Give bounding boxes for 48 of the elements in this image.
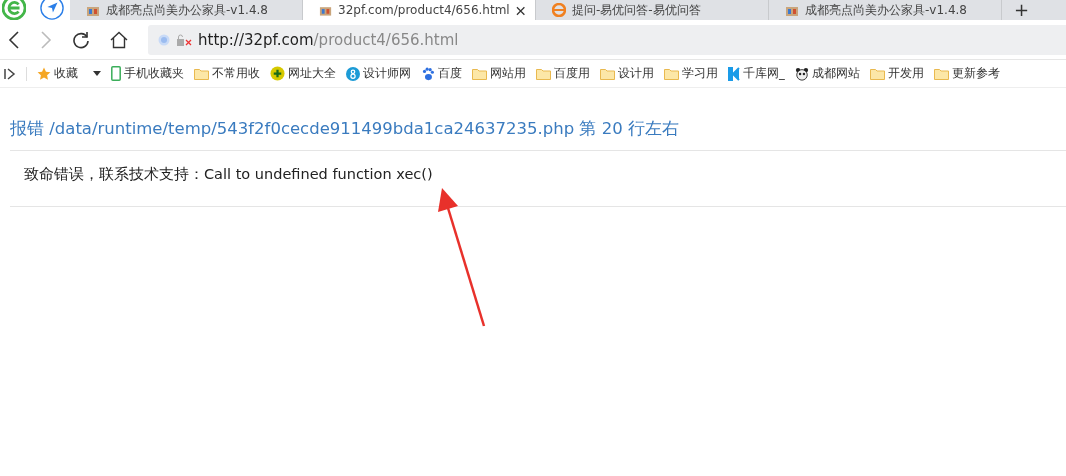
folder-icon bbox=[664, 67, 679, 80]
error-title: 报错 /data/runtime/temp/543f2f0cecde911499bda1ca24637235.php 第 20 行左右 bbox=[10, 118, 1066, 151]
bookmark-item[interactable]: 开发用 bbox=[869, 66, 924, 81]
caret-icon[interactable] bbox=[93, 70, 101, 77]
e-logo-icon bbox=[552, 3, 566, 17]
dot-icon bbox=[158, 33, 170, 46]
bookmark-item[interactable]: 百度 bbox=[421, 66, 462, 81]
bookmark-item[interactable]: 网站用 bbox=[472, 66, 526, 81]
address-field[interactable]: http://32pf.com/product4/656.html bbox=[148, 24, 1066, 55]
bookmark-item[interactable]: 设计师网 bbox=[346, 66, 411, 81]
browser-logo-icon[interactable] bbox=[2, 0, 26, 20]
phone-icon bbox=[111, 66, 121, 81]
navigation-arrow-icon[interactable] bbox=[40, 0, 64, 20]
star-icon bbox=[37, 66, 51, 81]
bookmark-item[interactable]: 学习用 bbox=[664, 66, 718, 81]
folder-icon bbox=[536, 67, 551, 80]
folder-icon bbox=[600, 67, 615, 80]
url-text: http://32pf.com/product4/656.html bbox=[198, 30, 459, 49]
reload-icon[interactable] bbox=[72, 30, 90, 49]
tab-title: 成都亮点尚美办公家具-v1.4.8 bbox=[106, 2, 269, 19]
bookmark-item[interactable]: 不常用收 bbox=[194, 66, 260, 81]
new-tab-button[interactable]: + bbox=[1014, 0, 1030, 20]
folder-icon bbox=[472, 67, 487, 80]
bookmark-item[interactable]: 手机收藏夹 bbox=[111, 66, 184, 81]
back-icon[interactable] bbox=[8, 30, 20, 49]
k-logo-icon bbox=[728, 66, 740, 81]
folder-icon bbox=[933, 67, 949, 80]
tab-title: 成都亮点尚美办公家具-v1.4.8 bbox=[805, 2, 968, 19]
bookmark-item[interactable]: 成都网站 bbox=[794, 66, 860, 81]
browser-tab[interactable]: 32pf.com/product4/656.html bbox=[303, 0, 536, 20]
bookmark-item[interactable]: 设计用 bbox=[600, 66, 654, 81]
bookmark-item[interactable]: 更新参考 bbox=[933, 66, 1000, 81]
bookmark-item[interactable]: 收藏 bbox=[37, 66, 101, 81]
folder-icon bbox=[869, 67, 885, 80]
bookmark-item[interactable]: 千库网_ bbox=[728, 66, 785, 81]
circle-icon bbox=[346, 66, 360, 81]
bookmark-item[interactable]: 百度用 bbox=[536, 66, 590, 81]
close-icon[interactable] bbox=[515, 6, 525, 16]
folder-icon bbox=[194, 67, 209, 80]
insecure-lock-icon bbox=[176, 33, 192, 46]
sidebar-toggle-icon[interactable] bbox=[4, 67, 16, 80]
plus-circle-icon bbox=[270, 66, 285, 81]
tab-title: 32pf.com/product4/656.html bbox=[338, 2, 510, 19]
panda-icon bbox=[794, 66, 809, 81]
tab-title: 提问-易优问答-易优问答 bbox=[572, 2, 702, 19]
home-icon[interactable] bbox=[110, 30, 128, 49]
bookmark-item[interactable]: 网址大全 bbox=[270, 66, 336, 81]
paw-icon bbox=[421, 66, 435, 81]
